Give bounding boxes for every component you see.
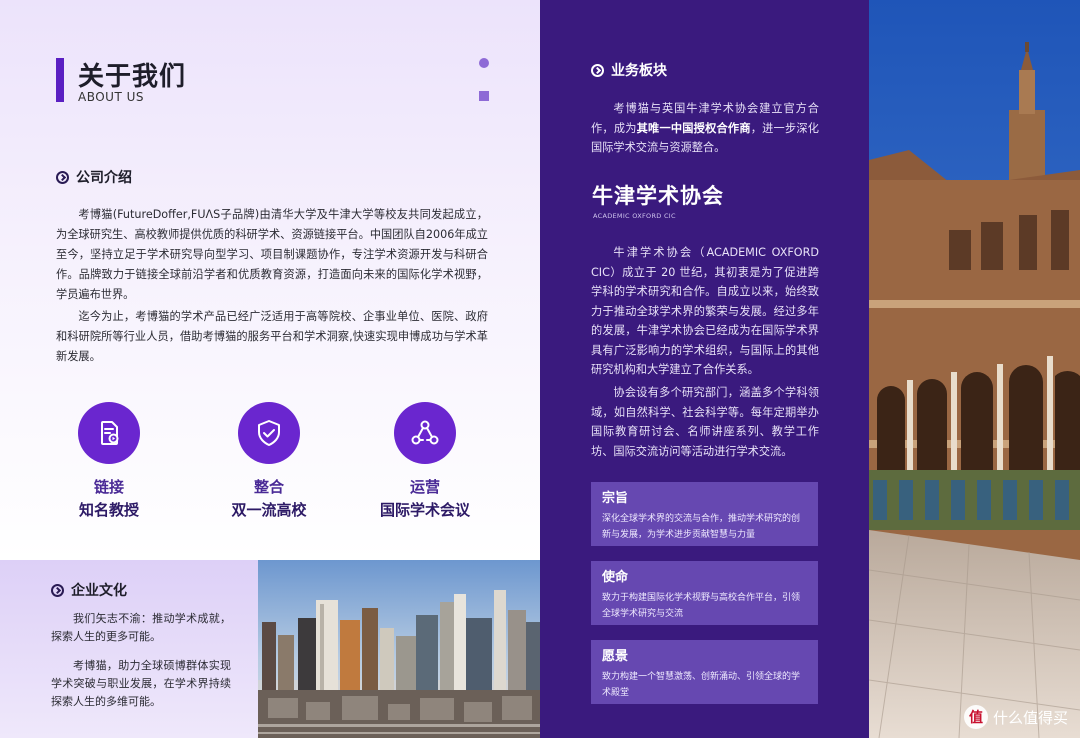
feature-universities-line2: 双一流高校 bbox=[231, 501, 307, 519]
feature-conferences: 运营 国际学术会议 bbox=[355, 402, 495, 522]
culture-paragraph-2: 考博猫，助力全球硕博群体实现学术突破与职业发展，在学术界持续探索人生的多维可能。 bbox=[51, 659, 231, 708]
network-icon bbox=[394, 402, 456, 464]
culture-heading: 企业文化 bbox=[51, 580, 127, 600]
document-play-icon bbox=[78, 402, 140, 464]
feature-professors-line1: 链接 bbox=[93, 478, 124, 496]
decor-dot bbox=[479, 58, 489, 68]
culture-panel: 企业文化 我们矢志不渝：推动学术成就，探索人生的更多可能。 考博猫，助力全球硕博… bbox=[0, 560, 258, 738]
business-heading: 业务板块 bbox=[591, 60, 667, 80]
about-panel: 关于我们 ABOUT US 公司介绍 考博猫(FutureDoffer,FUΛS… bbox=[0, 0, 540, 560]
chevron-circle-icon bbox=[591, 63, 604, 77]
culture-paragraph-1: 我们矢志不渝：推动学术成就，探索人生的更多可能。 bbox=[51, 612, 231, 643]
watermark-text: 什么值得买 bbox=[992, 708, 1068, 727]
culture-heading-label: 企业文化 bbox=[71, 583, 127, 599]
feature-universities-line1: 整合 bbox=[253, 478, 284, 496]
card-purpose-desc: 深化全球学术界的交流与合作，推动学术研究的创新与发展，为学术进步贡献智慧与力量 bbox=[602, 514, 801, 540]
shield-check-icon bbox=[238, 402, 300, 464]
business-heading-label: 业务板块 bbox=[611, 63, 667, 79]
business-panel: 业务板块 考博猫与英国牛津学术协会建立官方合作，成为其唯一中国授权合作商，进一步… bbox=[540, 0, 869, 738]
business-paragraph: 考博猫与英国牛津学术协会建立官方合作，成为其唯一中国授权合作商，进一步深化国际学… bbox=[591, 99, 819, 158]
company-intro-paragraph-2: 迄今为止，考博猫的学术产品已经广泛适用于高等院校、企事业单位、医院、政府和科研院… bbox=[56, 310, 488, 363]
card-purpose-title: 宗旨 bbox=[602, 491, 629, 506]
page-title: 关于我们 bbox=[78, 62, 187, 92]
card-purpose: 宗旨 深化全球学术界的交流与合作，推动学术研究的创新与发展，为学术进步贡献智慧与… bbox=[591, 482, 818, 546]
company-intro-paragraph-1: 考博猫(FutureDoffer,FUΛS子品牌)由清华大学及牛津大学等校友共同… bbox=[56, 208, 488, 301]
city-skyline-image bbox=[258, 560, 540, 738]
card-mission-desc: 致力于构建国际化学术视野与高校合作平台，引领全球学术研究与交流 bbox=[602, 593, 801, 619]
card-vision-title: 愿景 bbox=[602, 649, 629, 664]
company-intro-heading: 公司介绍 bbox=[56, 167, 132, 187]
chevron-circle-icon bbox=[51, 583, 64, 597]
oxford-title: 牛津学术协会 bbox=[592, 184, 724, 208]
card-vision-desc: 致力构建一个智慧激荡、创新涌动、引领全球的学术殿堂 bbox=[602, 672, 801, 698]
card-mission: 使命 致力于构建国际化学术视野与高校合作平台，引领全球学术研究与交流 bbox=[591, 561, 818, 625]
feature-universities: 整合 双一流高校 bbox=[199, 402, 339, 522]
watermark: 值 什么值得买 bbox=[963, 705, 1068, 729]
feature-professors: 链接 知名教授 bbox=[39, 402, 179, 522]
business-paragraph-highlight: 其唯一中国授权合作商 bbox=[636, 121, 751, 135]
building-photo: 值 什么值得买 bbox=[869, 0, 1080, 738]
decor-square bbox=[479, 91, 489, 101]
oxford-paragraph-2: 协会设有多个研究部门，涵盖多个学科领域，如自然科学、社会科学等。每年定期举办国际… bbox=[591, 386, 819, 458]
card-mission-title: 使命 bbox=[602, 570, 629, 585]
company-intro-heading-label: 公司介绍 bbox=[76, 170, 132, 186]
oxford-paragraph-1: 牛津学术协会（ACADEMIC OXFORD CIC）成立于 20 世纪，其初衷… bbox=[591, 246, 819, 376]
smzdm-logo-icon: 值 bbox=[963, 705, 988, 729]
card-vision: 愿景 致力构建一个智慧激荡、创新涌动、引领全球的学术殿堂 bbox=[591, 640, 818, 704]
chevron-circle-icon bbox=[56, 170, 69, 184]
feature-professors-line2: 知名教授 bbox=[78, 501, 139, 519]
feature-conferences-line2: 国际学术会议 bbox=[379, 501, 470, 519]
page-subtitle: ABOUT US bbox=[78, 90, 145, 104]
feature-conferences-line1: 运营 bbox=[409, 478, 440, 496]
title-accent-bar bbox=[56, 58, 64, 102]
oxford-subtitle: ACADEMIC OXFORD CIC bbox=[593, 212, 676, 220]
